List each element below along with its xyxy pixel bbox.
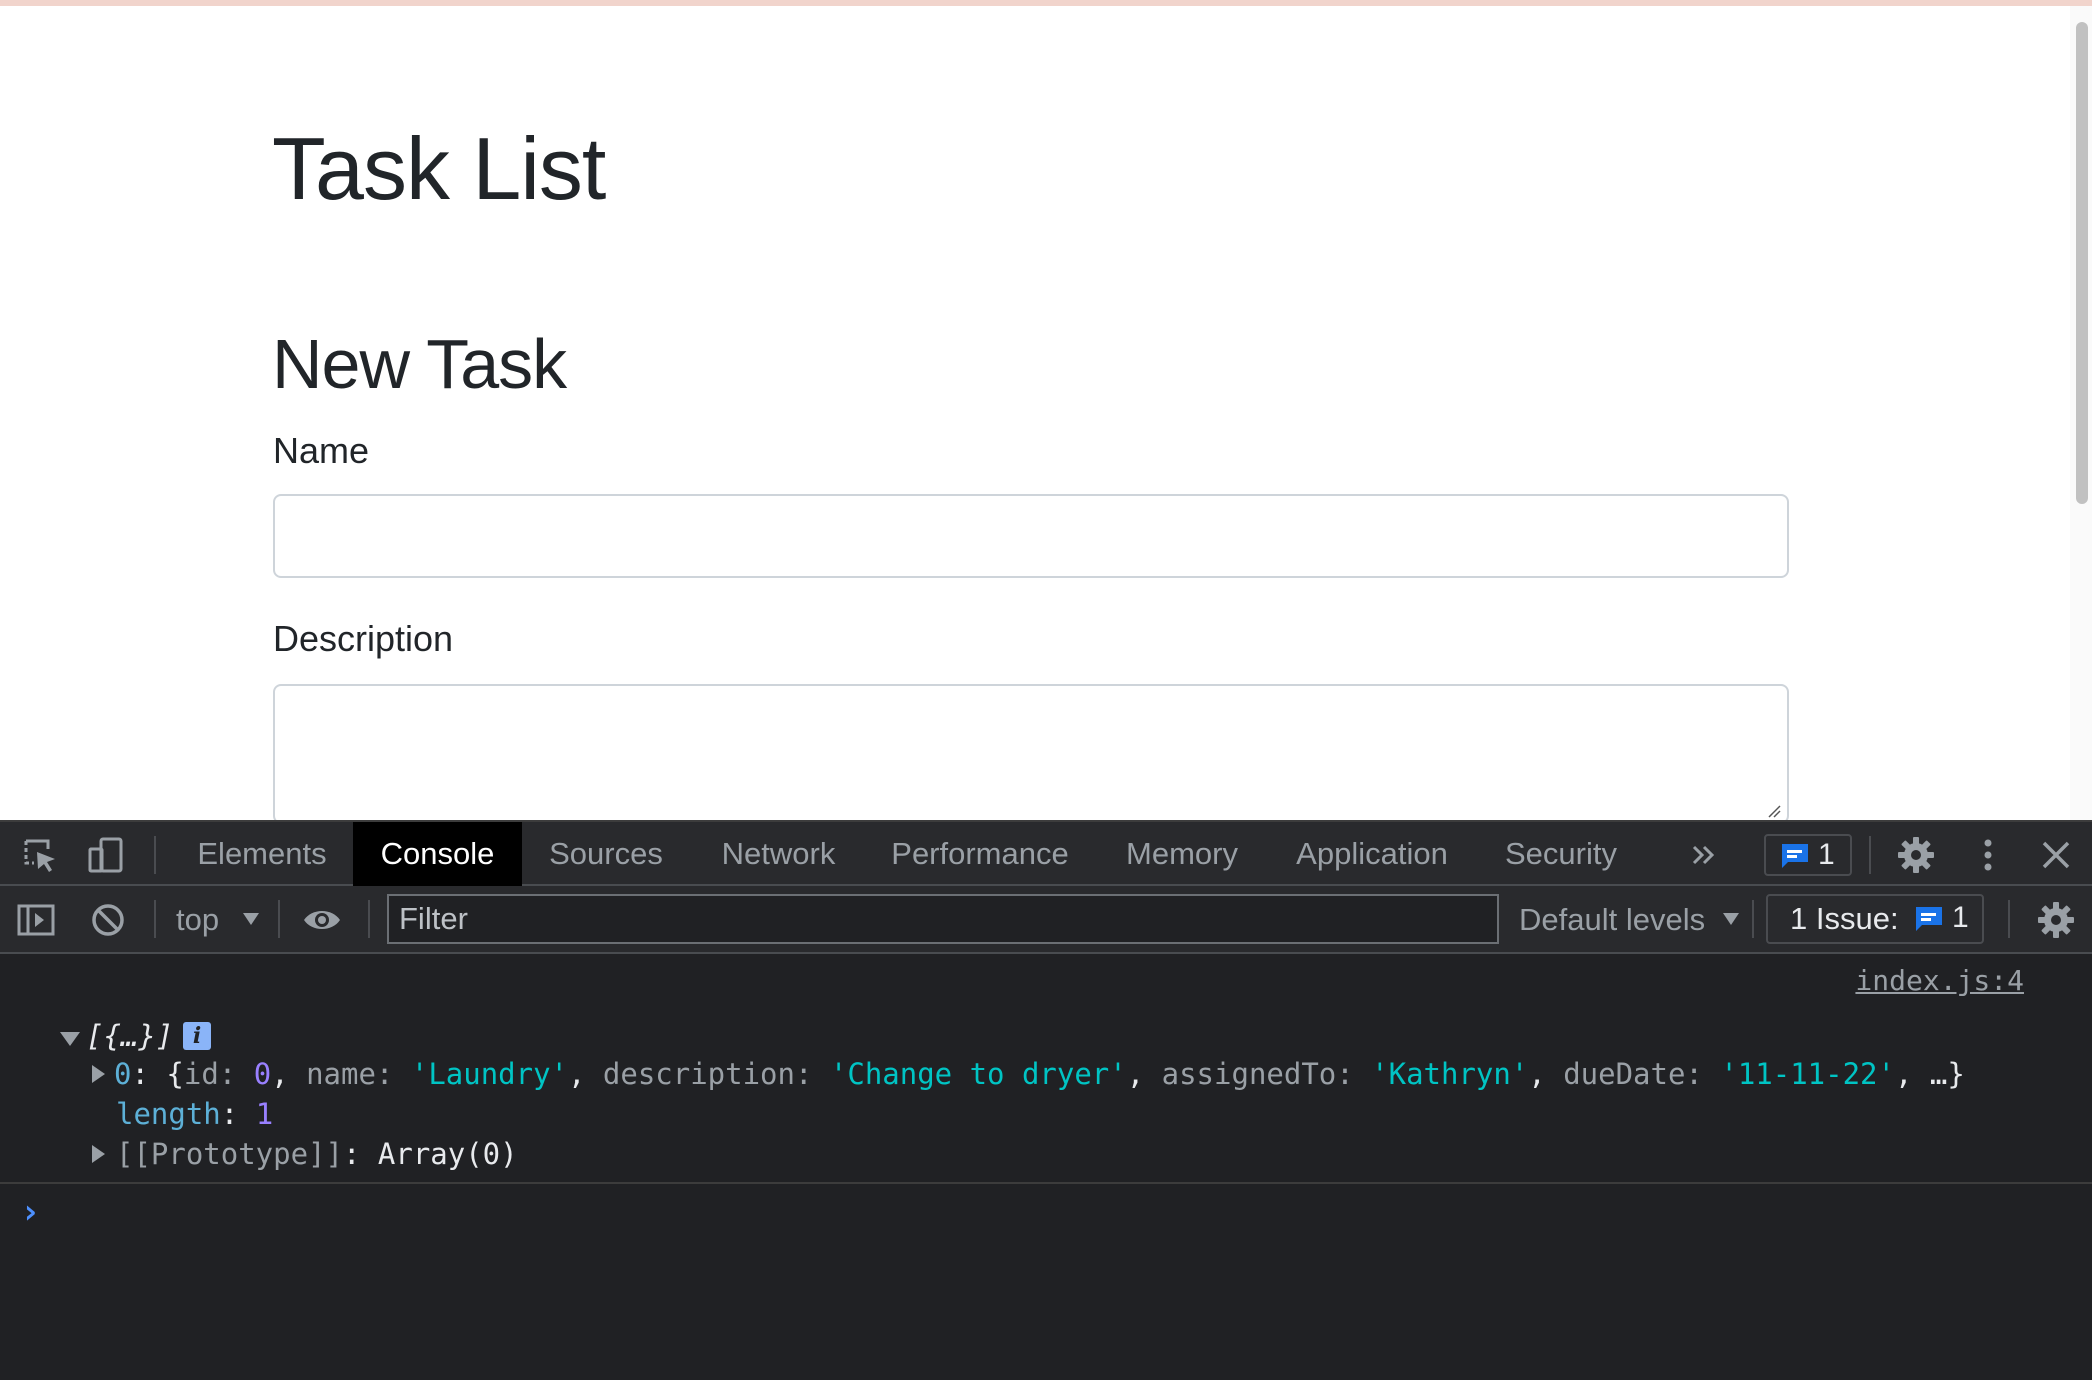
dropdown-triangle-icon (1722, 913, 1739, 925)
tab-sources[interactable]: Sources (532, 822, 680, 886)
clear-console-icon[interactable] (88, 900, 128, 940)
issue-counter-count: 1 (1952, 901, 1969, 934)
array-summary[interactable]: [{…}] (86, 1016, 173, 1056)
devtools-tabbar: Elements Console Sources Network Perform… (0, 820, 2092, 886)
more-tabs-chevron-icon[interactable] (1684, 835, 1724, 875)
resize-grip-icon[interactable] (1767, 804, 1781, 818)
array-item-0[interactable]: 0: {id: 0, name: 'Laundry', description:… (114, 1054, 1965, 1094)
device-toolbar-icon[interactable] (86, 835, 126, 875)
page-title: Task List (272, 119, 606, 218)
name-label: Name (273, 430, 370, 471)
devtools-panel: Elements Console Sources Network Perform… (0, 820, 2092, 1380)
issues-badge[interactable]: 1 (1764, 834, 1852, 876)
toolbar-separator (1869, 836, 1871, 874)
toolbar-separator (154, 900, 156, 938)
tab-security[interactable]: Security (1483, 822, 1639, 886)
info-icon[interactable]: i (183, 1022, 211, 1050)
item-duedate-value: '11-11-22' (1720, 1057, 1895, 1091)
page-top-border (0, 0, 2092, 6)
description-textarea[interactable] (273, 684, 1789, 820)
prototype-value: Array(0) (377, 1137, 518, 1171)
toolbar-separator (2008, 900, 2010, 938)
console-output: index.js:4 [{…}] i 0: {id: 0, name: 'Lau… (0, 954, 2092, 1380)
console-settings-gear-icon[interactable] (2036, 900, 2076, 940)
item-description-value: 'Change to dryer' (829, 1057, 1127, 1091)
array-prototype[interactable]: [[Prototype]]: Array(0) (116, 1134, 518, 1174)
toolbar-separator (368, 900, 370, 938)
live-expression-eye-icon[interactable] (302, 900, 342, 940)
expand-triangle-icon[interactable] (60, 1032, 80, 1046)
length-value: 1 (255, 1097, 274, 1131)
message-icon (1916, 907, 1942, 931)
dropdown-triangle-icon (242, 913, 259, 925)
show-sidebar-icon[interactable] (16, 900, 56, 940)
context-selector[interactable]: top (176, 898, 259, 942)
array-length: length: 1 (116, 1097, 274, 1131)
page-scrollbar-thumb[interactable] (2076, 22, 2088, 504)
page-scrollbar[interactable] (2070, 6, 2092, 820)
tab-memory[interactable]: Memory (1103, 822, 1261, 886)
tab-performance[interactable]: Performance (877, 822, 1083, 886)
console-filter-input[interactable] (387, 894, 1499, 944)
source-link[interactable]: index.js:4 (1855, 964, 2024, 997)
web-page: Task List New Task Name Description (0, 0, 2092, 820)
message-separator (0, 1182, 2092, 1184)
toolbar-separator (278, 900, 280, 938)
toolbar-separator (154, 836, 156, 874)
item-index: 0 (114, 1057, 132, 1091)
settings-gear-icon[interactable] (1896, 835, 1936, 875)
more-options-icon[interactable] (1968, 835, 2008, 875)
item-id-value: 0 (253, 1057, 272, 1091)
issues-badge-count: 1 (1818, 838, 1835, 871)
close-devtools-icon[interactable] (2036, 835, 2076, 875)
issue-counter-label: 1 Issue: (1790, 901, 1899, 936)
collapsed-triangle-icon[interactable] (92, 1065, 105, 1083)
item-name-value: 'Laundry' (410, 1057, 568, 1091)
tab-console[interactable]: Console (353, 822, 522, 886)
log-levels-value: Default levels (1519, 902, 1706, 937)
toolbar-separator (1752, 900, 1754, 938)
collapsed-triangle-icon[interactable] (92, 1145, 105, 1163)
context-value: top (176, 902, 220, 937)
issue-counter-button[interactable]: 1 Issue: 1 (1766, 894, 1984, 944)
tab-elements[interactable]: Elements (176, 822, 348, 886)
section-title: New Task (272, 325, 567, 403)
tab-network[interactable]: Network (700, 822, 857, 886)
item-assigned-value: 'Kathryn' (1371, 1057, 1529, 1091)
message-icon (1782, 844, 1808, 868)
inspect-element-icon[interactable] (20, 835, 60, 875)
tab-application[interactable]: Application (1281, 822, 1463, 886)
console-toolbar: top Default levels 1 Issue: (0, 886, 2092, 954)
console-prompt-icon[interactable]: › (20, 1192, 40, 1232)
name-input[interactable] (273, 494, 1789, 578)
length-key: length (116, 1097, 221, 1131)
log-levels-dropdown[interactable]: Default levels (1519, 898, 1739, 942)
description-label: Description (273, 618, 454, 659)
prototype-key: [[Prototype]] (116, 1137, 343, 1171)
